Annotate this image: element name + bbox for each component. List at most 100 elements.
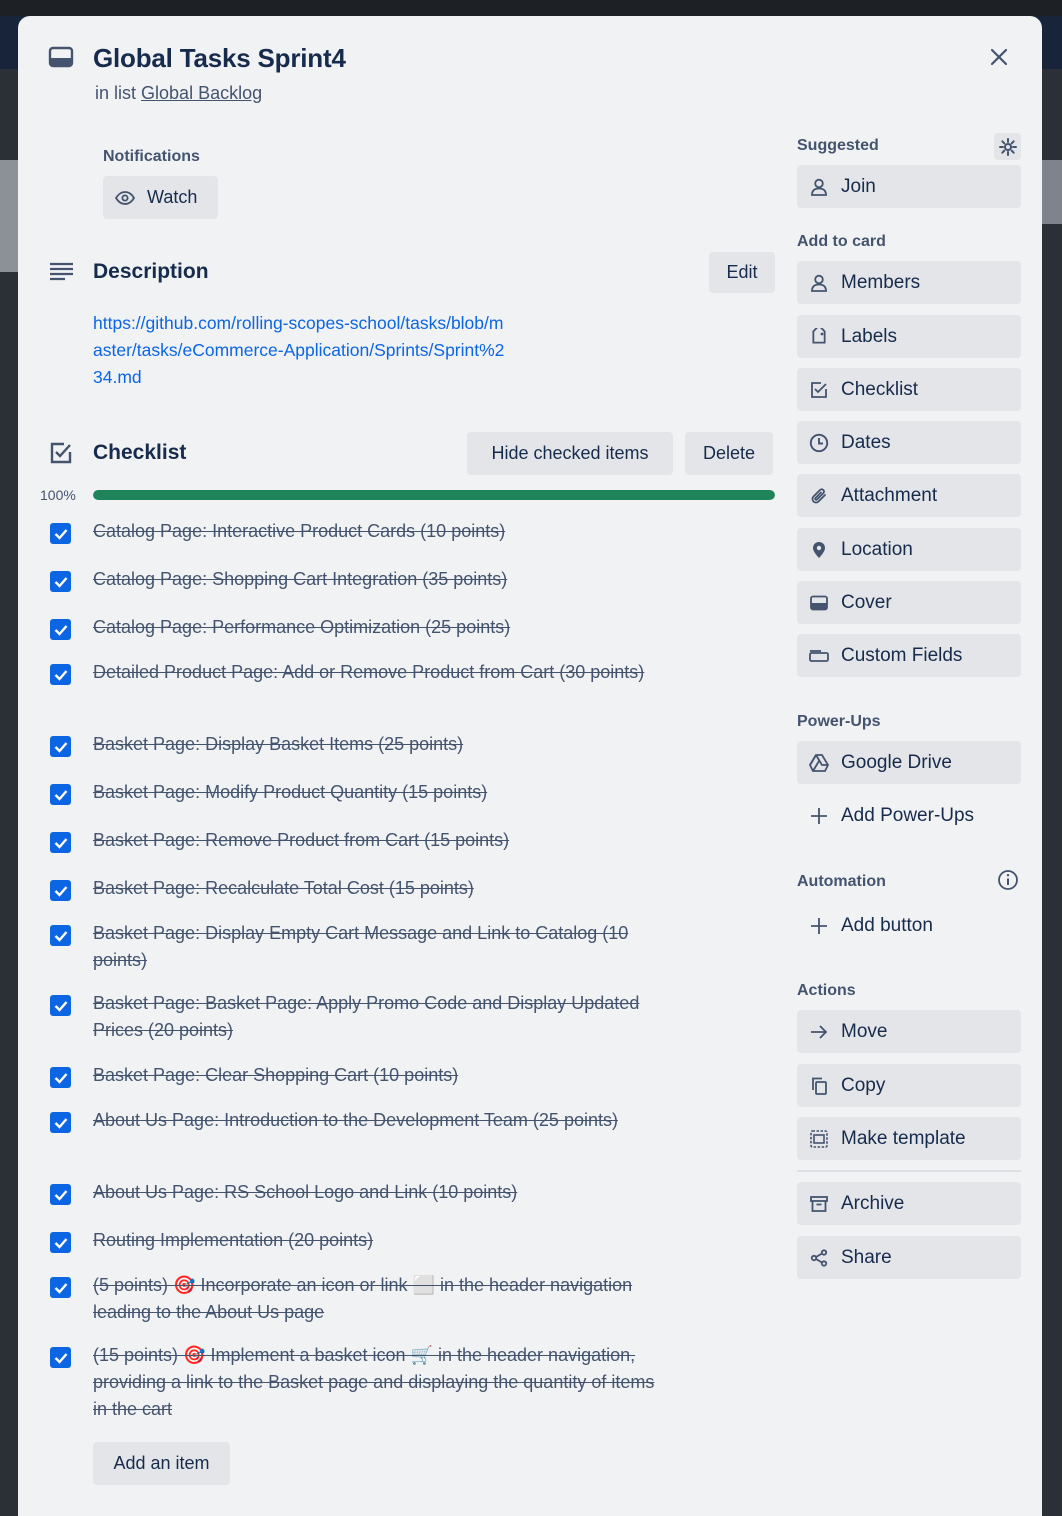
join-button[interactable]: Join xyxy=(797,165,1021,208)
checklist-item-text[interactable]: Basket Page: Display Basket Items (25 po… xyxy=(93,731,663,758)
progress-percent: 100% xyxy=(40,487,76,503)
checkmark-icon xyxy=(54,669,68,681)
checklist-item-checkbox[interactable] xyxy=(50,880,71,901)
checklist-icon xyxy=(49,441,73,465)
checklist-item-text[interactable]: Detailed Product Page: Add or Remove Pro… xyxy=(93,659,663,686)
google-drive-label: Google Drive xyxy=(841,751,952,773)
checklist-item-checkbox[interactable] xyxy=(50,1112,71,1133)
checklist-item-checkbox[interactable] xyxy=(50,832,71,853)
checklist-item-checkbox[interactable] xyxy=(50,1184,71,1205)
eye-icon xyxy=(115,190,135,205)
checklist-item-checkbox[interactable] xyxy=(50,664,71,685)
google-drive-icon xyxy=(797,753,841,772)
checklist-item-checkbox[interactable] xyxy=(50,571,71,592)
background-list-card xyxy=(1042,160,1062,224)
delete-checklist-button[interactable]: Delete xyxy=(685,432,773,475)
sidebar-button-label: Attachment xyxy=(841,484,938,506)
checklist-item-text[interactable]: Basket Page: Modify Product Quantity (15… xyxy=(93,779,663,806)
join-label: Join xyxy=(841,175,876,197)
location-button[interactable]: Location xyxy=(797,528,1021,571)
suggested-settings-button[interactable] xyxy=(994,133,1021,160)
sidebar-button-label: Move xyxy=(841,1020,888,1042)
sidebar-button-label: Members xyxy=(841,271,921,293)
person-icon xyxy=(797,274,841,292)
archive-icon xyxy=(797,1195,841,1213)
close-icon xyxy=(989,47,1009,67)
checklist-item-checkbox[interactable] xyxy=(50,995,71,1016)
checkmark-icon xyxy=(54,741,68,753)
share-label: Share xyxy=(841,1246,892,1268)
location-pin-icon xyxy=(797,541,841,559)
labels-button[interactable]: Labels xyxy=(797,315,1021,358)
plus-icon xyxy=(797,807,841,825)
checklist-item-text[interactable]: (15 points) 🎯 Implement a basket icon 🛒 … xyxy=(93,1342,663,1423)
checklist-item-checkbox[interactable] xyxy=(50,1277,71,1298)
checklist-item-checkbox[interactable] xyxy=(50,1347,71,1368)
checklist-item-checkbox[interactable] xyxy=(50,736,71,757)
checklist-item-text[interactable]: Basket Page: Clear Shopping Cart (10 poi… xyxy=(93,1062,663,1089)
checklist-item-text[interactable]: (5 points) 🎯 Incorporate an icon or link… xyxy=(93,1272,663,1326)
checkmark-icon xyxy=(54,576,68,588)
checklist-item-text[interactable]: Catalog Page: Interactive Product Cards … xyxy=(93,518,663,545)
checklist-item-checkbox[interactable] xyxy=(50,925,71,946)
checklist-item-checkbox[interactable] xyxy=(50,619,71,640)
watch-label: Watch xyxy=(147,187,198,207)
checkmark-icon xyxy=(54,789,68,801)
checklist-item-checkbox[interactable] xyxy=(50,1232,71,1253)
checkmark-icon xyxy=(54,1117,68,1129)
board-header-strip xyxy=(0,0,1062,16)
description-heading: Description xyxy=(93,260,209,283)
sidebar-button-label: Checklist xyxy=(841,378,919,400)
checklist-button[interactable]: Checklist xyxy=(797,368,1021,411)
checklist-item-text[interactable]: Basket Page: Display Empty Cart Message … xyxy=(93,920,663,974)
checklist-item-checkbox[interactable] xyxy=(50,784,71,805)
checklist-item-text[interactable]: Routing Implementation (20 points) xyxy=(93,1227,663,1254)
google-drive-button[interactable]: Google Drive xyxy=(797,741,1021,784)
move-button[interactable]: Move xyxy=(797,1010,1021,1053)
checklist-item-text[interactable]: Catalog Page: Shopping Cart Integration … xyxy=(93,566,663,593)
edit-description-button[interactable]: Edit xyxy=(709,252,775,293)
members-button[interactable]: Members xyxy=(797,261,1021,304)
watch-button[interactable]: Watch xyxy=(103,176,218,219)
copy-icon xyxy=(797,1077,841,1095)
copy-button[interactable]: Copy xyxy=(797,1064,1021,1107)
card-title[interactable]: Global Tasks Sprint4 xyxy=(93,43,346,74)
cover-button[interactable]: Cover xyxy=(797,581,1021,624)
attachment-button[interactable]: Attachment xyxy=(797,474,1021,517)
archive-button[interactable]: Archive xyxy=(797,1182,1021,1225)
add-power-ups-label: Add Power-Ups xyxy=(841,804,975,826)
add-item-button[interactable]: Add an item xyxy=(93,1442,230,1485)
automation-label: Automation xyxy=(797,873,886,890)
checklist-item-checkbox[interactable] xyxy=(50,1067,71,1088)
notifications-label: Notifications xyxy=(103,148,200,165)
list-link[interactable]: Global Backlog xyxy=(141,83,262,103)
custom-fields-button[interactable]: Custom Fields xyxy=(797,634,1021,677)
checklist-item-text[interactable]: About Us Page: RS School Logo and Link (… xyxy=(93,1179,663,1206)
checkmark-icon xyxy=(54,528,68,540)
checklist-item-text[interactable]: Basket Page: Basket Page: Apply Promo Co… xyxy=(93,990,663,1044)
checklist-item-text[interactable]: Basket Page: Remove Product from Cart (1… xyxy=(93,827,663,854)
checklist-item-text[interactable]: About Us Page: Introduction to the Devel… xyxy=(93,1107,663,1134)
add-button-button[interactable]: Add button xyxy=(797,904,1021,947)
checklist-item-checkbox[interactable] xyxy=(50,523,71,544)
close-button[interactable] xyxy=(982,40,1016,74)
checkmark-icon xyxy=(54,1352,68,1364)
card-list-info: in list Global Backlog xyxy=(95,83,262,104)
checklist-item-text[interactable]: Basket Page: Recalculate Total Cost (15 … xyxy=(93,875,663,902)
sidebar-button-label: Custom Fields xyxy=(841,644,963,666)
arrow-right-icon xyxy=(797,1024,841,1040)
share-icon xyxy=(797,1248,841,1267)
hide-checked-items-button[interactable]: Hide checked items xyxy=(467,432,673,475)
checklist-item-text[interactable]: Catalog Page: Performance Optimization (… xyxy=(93,614,663,641)
checkmark-icon xyxy=(54,837,68,849)
add-power-ups-button[interactable]: Add Power-Ups xyxy=(797,794,1021,837)
make-template-button[interactable]: Make template xyxy=(797,1117,1021,1160)
dates-button[interactable]: Dates xyxy=(797,421,1021,464)
clock-icon xyxy=(797,433,841,453)
info-icon[interactable] xyxy=(997,869,1019,891)
share-button[interactable]: Share xyxy=(797,1236,1021,1279)
checkmark-icon xyxy=(54,1072,68,1084)
description-link[interactable]: https://github.com/rolling-scopes-school… xyxy=(93,310,513,391)
archive-label: Archive xyxy=(841,1192,905,1214)
sidebar-button-label: Make template xyxy=(841,1127,966,1149)
